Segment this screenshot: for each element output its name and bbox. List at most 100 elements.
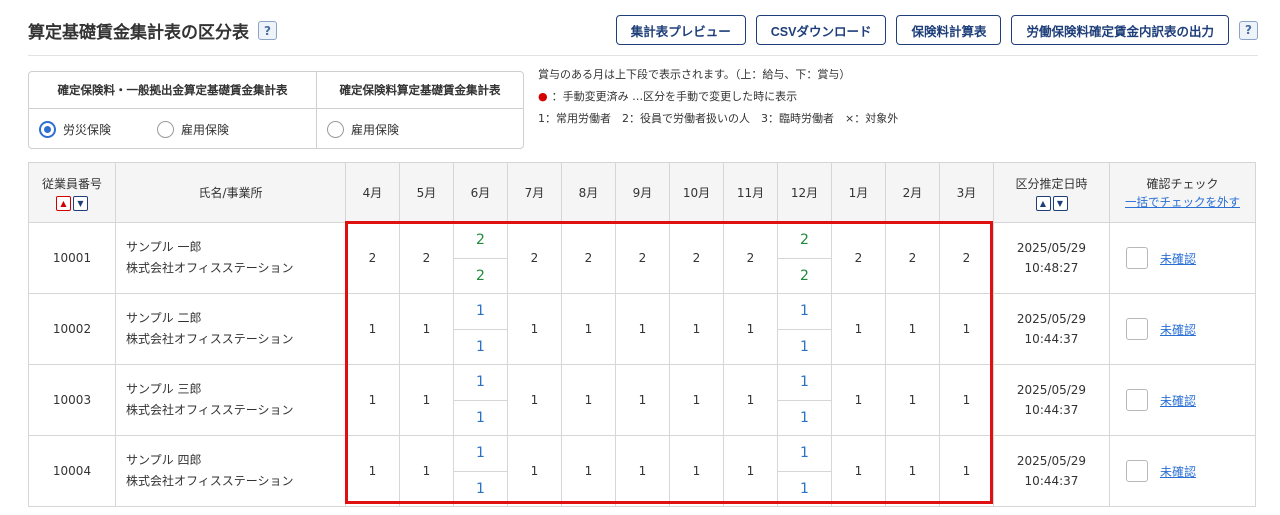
unconfirmed-link[interactable]: 未確認	[1160, 392, 1196, 409]
month-value-cell[interactable]: 1	[885, 435, 940, 507]
month-value-cell[interactable]: 1	[831, 364, 886, 436]
salary-value[interactable]: 2	[778, 223, 831, 259]
month-value-cell[interactable]: 1	[399, 364, 454, 436]
month-value-cell[interactable]: 11	[777, 293, 832, 365]
month-value-cell[interactable]: 1	[507, 364, 562, 436]
month-header: 11月	[723, 162, 778, 223]
month-value-cell[interactable]: 1	[345, 293, 400, 365]
month-value-cell[interactable]: 1	[723, 364, 778, 436]
salary-value[interactable]: 1	[778, 294, 831, 330]
csv-download-button[interactable]: CSVダウンロード	[755, 15, 887, 45]
month-value-cell[interactable]: 1	[723, 293, 778, 365]
employee-name: サンプル 四郎	[126, 453, 202, 467]
month-value-cell[interactable]: 2	[885, 222, 940, 294]
month-value-cell[interactable]: 1	[345, 435, 400, 507]
bulk-uncheck-link[interactable]: 一括でチェックを外す	[1110, 194, 1255, 210]
month-header: 1月	[831, 162, 886, 223]
sort-down-icon[interactable]: ▼	[1052, 195, 1068, 211]
month-value-cell[interactable]: 1	[831, 293, 886, 365]
salary-value[interactable]: 1	[778, 436, 831, 472]
month-value-cell[interactable]: 1	[345, 364, 400, 436]
bonus-value[interactable]: 2	[778, 259, 831, 294]
estimated-date-header: 区分推定日時 ▲ ▼	[993, 162, 1110, 223]
month-value-cell[interactable]: 1	[939, 435, 994, 507]
month-value-cell[interactable]: 1	[615, 293, 670, 365]
month-value-cell[interactable]: 22	[777, 222, 832, 294]
month-value-cell[interactable]: 1	[885, 293, 940, 365]
salary-value[interactable]: 1	[778, 365, 831, 401]
month-value-cell[interactable]: 11	[453, 364, 508, 436]
sort-up-icon[interactable]: ▲	[56, 195, 71, 211]
month-value-cell[interactable]: 1	[723, 435, 778, 507]
salary-value[interactable]: 2	[454, 223, 507, 259]
salary-value[interactable]: 1	[454, 294, 507, 330]
sort-up-icon[interactable]: ▲	[1035, 195, 1051, 211]
help-icon[interactable]: ?	[258, 21, 277, 40]
month-value-cell[interactable]: 2	[561, 222, 616, 294]
month-value-cell[interactable]: 2	[939, 222, 994, 294]
month-value-cell[interactable]: 1	[885, 364, 940, 436]
employee-number: 10001	[28, 222, 116, 294]
month-value-cell[interactable]: 2	[399, 222, 454, 294]
bonus-value[interactable]: 1	[778, 401, 831, 436]
summary-preview-button[interactable]: 集計表プレビュー	[615, 15, 746, 45]
bonus-value[interactable]: 1	[778, 472, 831, 507]
month-value-cell[interactable]: 1	[561, 364, 616, 436]
month-value-cell[interactable]: 1	[507, 293, 562, 365]
month-value-cell[interactable]: 2	[615, 222, 670, 294]
confirm-checkbox[interactable]	[1126, 247, 1148, 269]
month-value-cell[interactable]: 1	[615, 435, 670, 507]
month-value-cell[interactable]: 2	[345, 222, 400, 294]
month-value-cell[interactable]: 1	[399, 293, 454, 365]
bonus-value[interactable]: 2	[454, 259, 507, 294]
month-value-cell[interactable]: 1	[669, 435, 724, 507]
month-value-cell[interactable]: 1	[399, 435, 454, 507]
month-value-cell[interactable]: 1	[939, 364, 994, 436]
bonus-value[interactable]: 1	[454, 472, 507, 507]
classification-table: 従業員番号 ▲ ▼ 氏名/事業所 4月 5月 6月 7月 8月 9月 10月 11月 12月 1月…	[28, 162, 1256, 507]
salary-value[interactable]: 1	[454, 365, 507, 401]
month-value-cell[interactable]: 2	[669, 222, 724, 294]
month-value-cell[interactable]: 11	[777, 435, 832, 507]
confirm-checkbox[interactable]	[1126, 460, 1148, 482]
bonus-value[interactable]: 1	[454, 330, 507, 365]
confirm-checkbox[interactable]	[1126, 318, 1148, 340]
radio-employment-2[interactable]: 雇用保険	[327, 120, 399, 138]
month-header: 12月	[777, 162, 832, 223]
radio-unselected-icon[interactable]	[157, 120, 175, 138]
month-value-cell[interactable]: 1	[561, 293, 616, 365]
office-name: 株式会社オフィスステーション	[126, 474, 294, 488]
month-value-cell[interactable]: 11	[453, 435, 508, 507]
unconfirmed-link[interactable]: 未確認	[1160, 463, 1196, 480]
table-row: 10004 サンプル 四郎 株式会社オフィスステーション 1 1 1 1 1 1 1 1 1 1 1 1 1 1…	[28, 435, 1256, 507]
month-value-cell[interactable]: 2	[507, 222, 562, 294]
salary-value[interactable]: 1	[454, 436, 507, 472]
month-value-cell[interactable]: 11	[453, 293, 508, 365]
confirm-checkbox[interactable]	[1126, 389, 1148, 411]
unconfirmed-link[interactable]: 未確認	[1160, 250, 1196, 267]
radio-employment-1[interactable]: 雇用保険	[157, 120, 229, 138]
month-value-cell[interactable]: 1	[615, 364, 670, 436]
month-value-cell[interactable]: 1	[669, 293, 724, 365]
month-value-cell[interactable]: 2	[831, 222, 886, 294]
month-value-cell[interactable]: 1	[561, 435, 616, 507]
wage-breakdown-output-button[interactable]: 労働保険料確定賃金内訳表の出力	[1011, 15, 1229, 45]
month-value-cell[interactable]: 22	[453, 222, 508, 294]
month-value-cell[interactable]: 11	[777, 364, 832, 436]
toolbar-help-icon[interactable]: ?	[1239, 20, 1258, 40]
radio-unselected-icon[interactable]	[327, 120, 344, 138]
sort-down-icon[interactable]: ▼	[73, 195, 88, 211]
confirm-check-cell: 未確認	[1109, 435, 1256, 507]
radio-selected-icon[interactable]	[39, 120, 56, 138]
unconfirmed-link[interactable]: 未確認	[1160, 321, 1196, 338]
bonus-value[interactable]: 1	[778, 330, 831, 365]
radio-workers-comp[interactable]: 労災保険	[39, 120, 111, 138]
month-value-cell[interactable]: 2	[723, 222, 778, 294]
month-value-cell[interactable]: 1	[939, 293, 994, 365]
estimated-datetime: 2025/05/29 10:44:37	[993, 364, 1110, 436]
bonus-value[interactable]: 1	[454, 401, 507, 436]
month-value-cell[interactable]: 1	[831, 435, 886, 507]
month-value-cell[interactable]: 1	[507, 435, 562, 507]
month-value-cell[interactable]: 1	[669, 364, 724, 436]
premium-calc-button[interactable]: 保険料計算表	[896, 15, 1002, 45]
